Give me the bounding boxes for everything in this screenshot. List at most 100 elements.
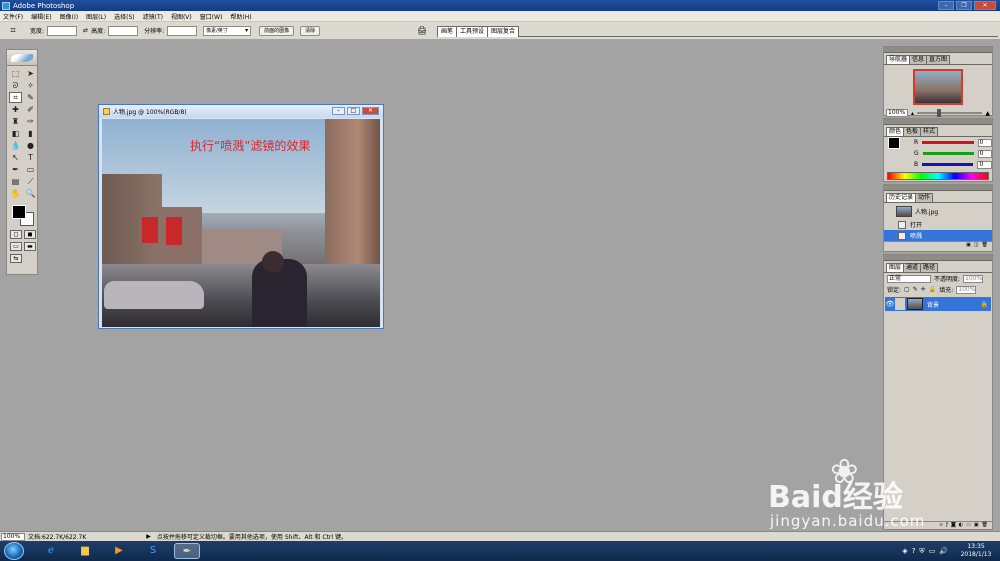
dodge-tool-icon[interactable]: ● <box>24 140 37 151</box>
eyedropper-tool-icon[interactable]: ⟋ <box>24 176 37 187</box>
tray-help-icon[interactable]: ? <box>912 547 916 555</box>
doc-maximize-button[interactable]: □ <box>347 107 360 115</box>
status-menu-arrow-icon[interactable]: ▶ <box>146 533 151 540</box>
doc-minimize-button[interactable]: – <box>332 107 345 115</box>
color-panel-foreground-swatch[interactable] <box>888 137 900 149</box>
tab-channels[interactable]: 通道 <box>903 263 922 272</box>
slice-tool-icon[interactable]: ✎ <box>24 92 37 103</box>
quick-mask-mode-icon[interactable]: ◼ <box>24 230 36 239</box>
layer-mask-icon[interactable]: ◙ <box>951 522 956 529</box>
move-tool-icon[interactable]: ➤ <box>24 68 37 79</box>
new-document-icon[interactable]: ▣ <box>966 242 971 249</box>
type-tool-icon[interactable]: T <box>24 152 37 163</box>
zoom-out-icon[interactable]: ▴ <box>911 110 914 117</box>
image-canvas[interactable]: 执行“喷溅”滤镜的效果 <box>102 119 380 327</box>
tab-styles[interactable]: 样式 <box>920 127 939 136</box>
resolution-unit-select[interactable]: 像素/英寸 <box>203 25 252 36</box>
menu-window[interactable]: 窗口(W) <box>200 12 223 21</box>
tab-color[interactable]: 颜色 <box>886 127 905 136</box>
history-item-spatter[interactable]: 喷溅 <box>884 230 992 241</box>
standard-mode-icon[interactable]: ◻ <box>10 230 22 239</box>
start-button[interactable] <box>4 542 24 560</box>
path-selection-tool-icon[interactable]: ↖ <box>9 152 22 163</box>
b-value[interactable]: 0 <box>977 160 992 169</box>
history-brush-tool-icon[interactable]: ✑ <box>24 116 37 127</box>
photoshop-taskbar-icon[interactable]: ✒ <box>174 543 200 559</box>
swap-icon[interactable]: ⇄ <box>83 27 88 34</box>
tray-network-icon[interactable]: ◈ <box>902 547 907 555</box>
resolution-input[interactable] <box>167 25 198 36</box>
restore-button[interactable]: ❐ <box>956 1 972 10</box>
g-slider[interactable] <box>922 152 974 155</box>
menu-layer[interactable]: 图层(L) <box>86 12 106 21</box>
visibility-eye-icon[interactable]: 👁 <box>885 300 895 308</box>
clear-button[interactable]: 清除 <box>300 25 321 36</box>
file-browser-icon[interactable]: 🖨 <box>417 26 429 36</box>
menu-view[interactable]: 视图(V) <box>171 12 192 21</box>
tray-shield-icon[interactable]: ⛨ <box>919 547 924 556</box>
color-spectrum[interactable] <box>887 172 989 180</box>
tab-layer-comps[interactable]: 图层复合 <box>487 25 520 37</box>
r-value[interactable]: 0 <box>977 138 992 147</box>
menu-select[interactable]: 选择(S) <box>114 12 135 21</box>
new-snapshot-icon[interactable]: ◫ <box>974 242 979 249</box>
tab-swatches[interactable]: 色板 <box>903 127 922 136</box>
opacity-field[interactable]: 100% <box>963 274 984 283</box>
r-slider[interactable] <box>922 141 974 144</box>
tray-display-icon[interactable]: ▭ <box>929 547 936 555</box>
file-explorer-icon[interactable]: ▆ <box>72 543 98 559</box>
delete-icon[interactable]: 🗑 <box>982 242 988 249</box>
tab-paths[interactable]: 路径 <box>920 263 939 272</box>
lock-position-icon[interactable]: ✛ <box>921 286 926 293</box>
magic-wand-tool-icon[interactable]: ✧ <box>24 80 37 91</box>
menu-file[interactable]: 文件(F) <box>3 12 23 21</box>
history-item-open[interactable]: 打开 <box>884 219 992 230</box>
history-snapshot[interactable]: 人物.jpg <box>884 203 992 219</box>
shape-tool-icon[interactable]: ▭ <box>24 164 37 175</box>
hand-tool-icon[interactable]: ✋ <box>9 188 22 199</box>
foreground-color-swatch[interactable] <box>12 205 26 219</box>
document-size-info[interactable]: 文档:622.7K/622.7K <box>28 532 86 541</box>
menu-help[interactable]: 帮助(H) <box>230 12 251 21</box>
menu-edit[interactable]: 编辑(E) <box>31 12 51 21</box>
navigator-zoom-field[interactable]: 100% <box>886 109 908 117</box>
internet-explorer-icon[interactable]: ℯ <box>38 543 64 559</box>
height-input[interactable] <box>108 25 139 36</box>
crop-tool-icon[interactable]: ⌗ <box>9 92 22 103</box>
brush-tool-icon[interactable]: ✐ <box>24 104 37 115</box>
tab-info[interactable]: 信息 <box>909 55 928 64</box>
width-input[interactable] <box>47 25 78 36</box>
tab-actions[interactable]: 动作 <box>915 193 934 202</box>
sogou-browser-icon[interactable]: S <box>140 543 166 559</box>
lock-transparency-icon[interactable]: ▢ <box>904 286 910 293</box>
tab-navigator[interactable]: 导航器 <box>886 55 911 64</box>
tab-history[interactable]: 历史记录 <box>886 193 917 202</box>
layer-row-background[interactable]: 👁 背景 🔒 <box>885 297 991 311</box>
navigator-zoom-slider[interactable] <box>917 109 983 117</box>
system-clock[interactable]: 13:35 2018/1/13 <box>956 543 996 559</box>
blend-mode-select[interactable]: 正常 <box>887 274 931 283</box>
crop-tool-preset-icon[interactable]: ⌗ <box>6 25 20 37</box>
jump-to-imageready-icon[interactable]: ⇆ <box>10 254 22 263</box>
lasso-tool-icon[interactable]: ᘐ <box>9 80 22 91</box>
adjustment-layer-icon[interactable]: ◐ <box>959 522 963 529</box>
delete-layer-icon[interactable]: 🗑 <box>982 522 988 529</box>
status-zoom-field[interactable]: 100% <box>1 532 25 541</box>
navigator-thumbnail[interactable] <box>913 69 963 105</box>
front-image-button[interactable]: 前面的图像 <box>259 25 295 36</box>
menu-filter[interactable]: 滤镜(T) <box>143 12 163 21</box>
gradient-tool-icon[interactable]: ▮ <box>24 128 37 139</box>
lock-all-icon[interactable]: 🔒 <box>929 286 936 293</box>
tab-layers[interactable]: 图层 <box>886 263 905 272</box>
tab-brushes[interactable]: 画笔 <box>437 25 458 37</box>
minimize-button[interactable]: – <box>938 1 954 10</box>
healing-brush-tool-icon[interactable]: ✚ <box>9 104 22 115</box>
lock-image-icon[interactable]: ✎ <box>913 286 918 293</box>
zoom-tool-icon[interactable]: 🔍 <box>24 188 37 199</box>
media-player-icon[interactable]: ▶ <box>106 543 132 559</box>
pen-tool-icon[interactable]: ✒ <box>9 164 22 175</box>
close-button[interactable]: ✕ <box>974 1 996 10</box>
eraser-tool-icon[interactable]: ◧ <box>9 128 22 139</box>
menu-image[interactable]: 图像(I) <box>60 12 78 21</box>
blur-tool-icon[interactable]: 💧 <box>9 140 22 151</box>
